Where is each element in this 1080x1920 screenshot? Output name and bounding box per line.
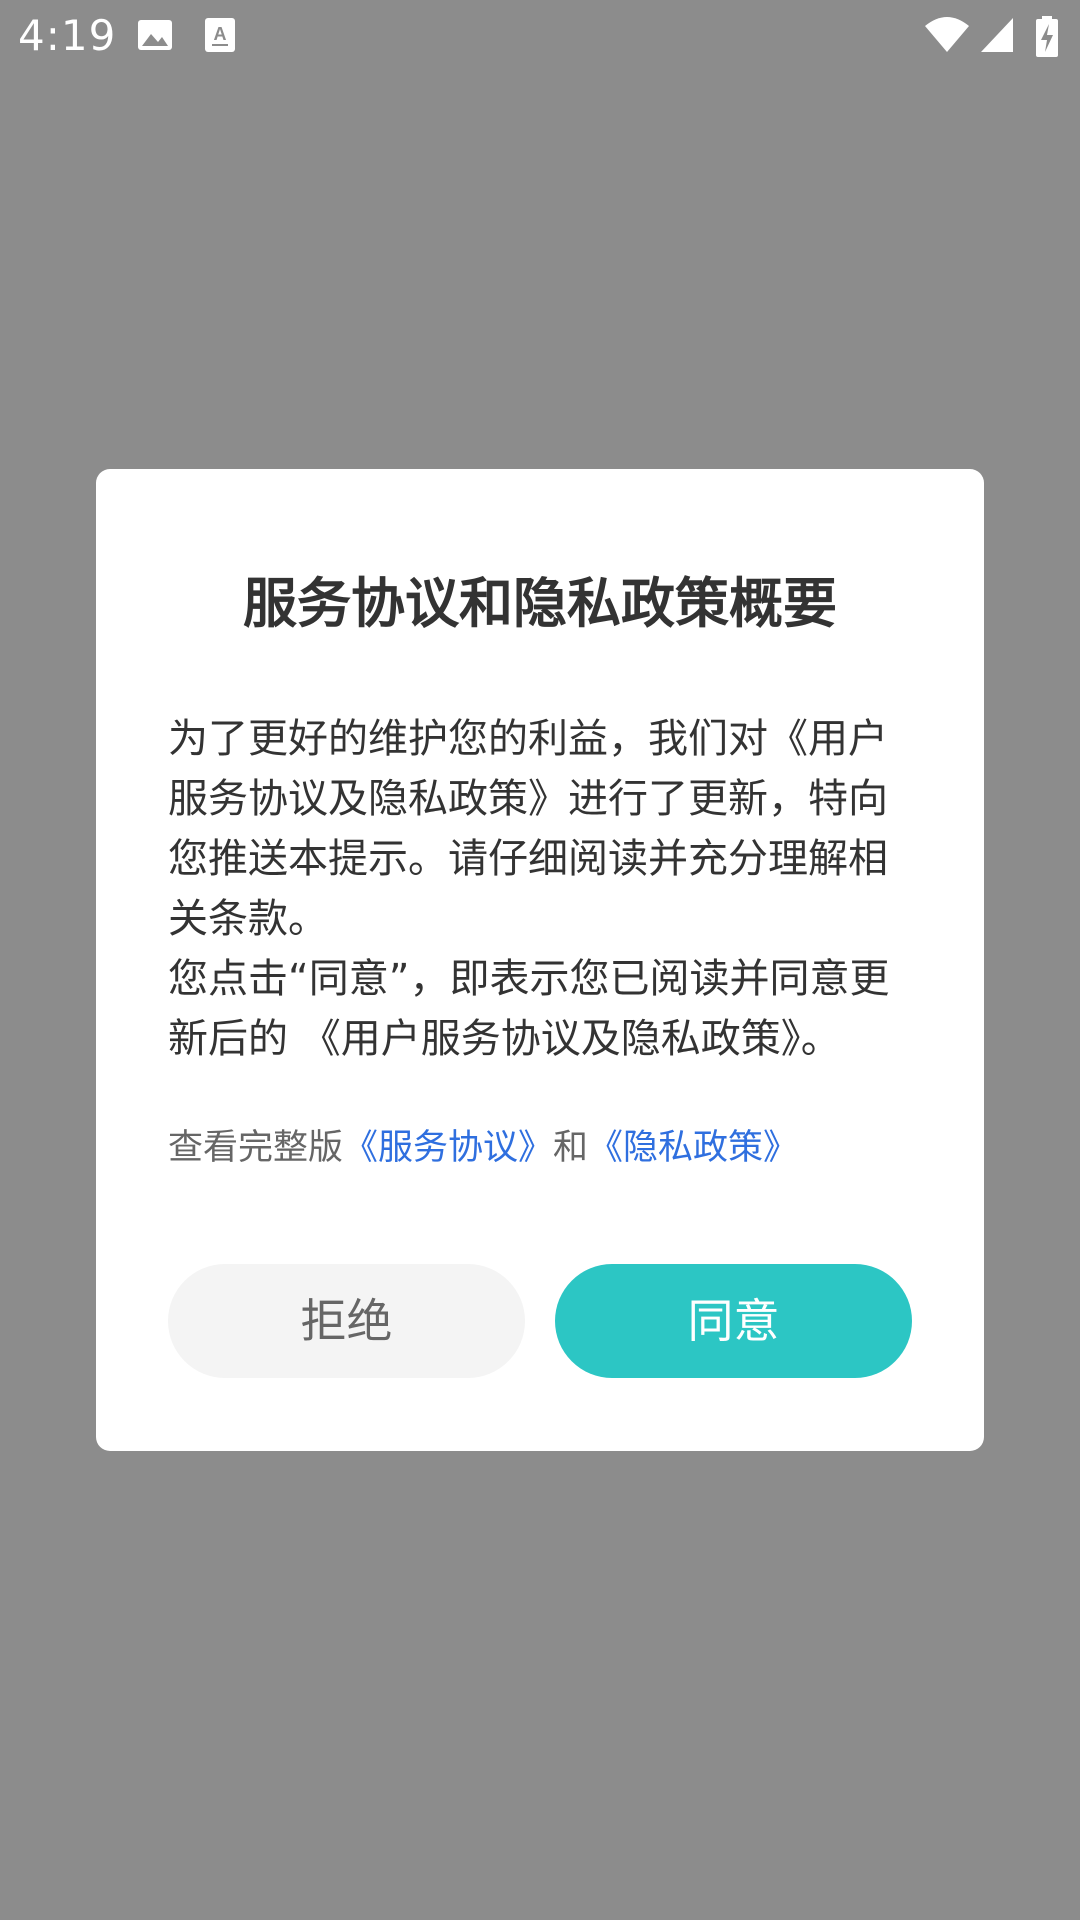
privacy-dialog: 服务协议和隐私政策概要 为了更好的维护您的利益，我们对《用户服务协议及隐私政策》… bbox=[96, 469, 984, 1451]
cellular-signal-icon bbox=[980, 16, 1014, 58]
links-prefix: 查看完整版 bbox=[168, 1128, 344, 1168]
status-time: 4:19 bbox=[18, 11, 117, 60]
image-icon bbox=[136, 16, 174, 58]
body-paragraph-2: 您点击“同意”，即表示您已阅读并同意更新后的 《用户服务协议及隐私政策》。 bbox=[168, 956, 890, 1062]
wifi-icon bbox=[924, 16, 970, 58]
links-conjunction: 和 bbox=[553, 1128, 589, 1168]
full-version-links: 查看完整版《服务协议》和《隐私政策》 bbox=[168, 1123, 928, 1173]
dialog-title: 服务协议和隐私政策概要 bbox=[243, 572, 837, 635]
privacy-policy-link[interactable]: 《隐私政策》 bbox=[588, 1128, 798, 1168]
text-recognition-icon: A bbox=[203, 16, 237, 58]
dialog-body: 为了更好的维护您的利益，我们对《用户服务协议及隐私政策》进行了更新，特向您推送本… bbox=[168, 709, 924, 1069]
service-agreement-link[interactable]: 《服务协议》 bbox=[343, 1128, 553, 1168]
agree-button[interactable]: 同意 bbox=[555, 1264, 912, 1378]
status-bar: 4:19 A bbox=[0, 0, 1080, 72]
svg-text:A: A bbox=[214, 24, 227, 44]
reject-button[interactable]: 拒绝 bbox=[168, 1264, 525, 1378]
body-paragraph-1: 为了更好的维护您的利益，我们对《用户服务协议及隐私政策》进行了更新，特向您推送本… bbox=[168, 716, 888, 942]
battery-charging-icon bbox=[1035, 16, 1059, 62]
